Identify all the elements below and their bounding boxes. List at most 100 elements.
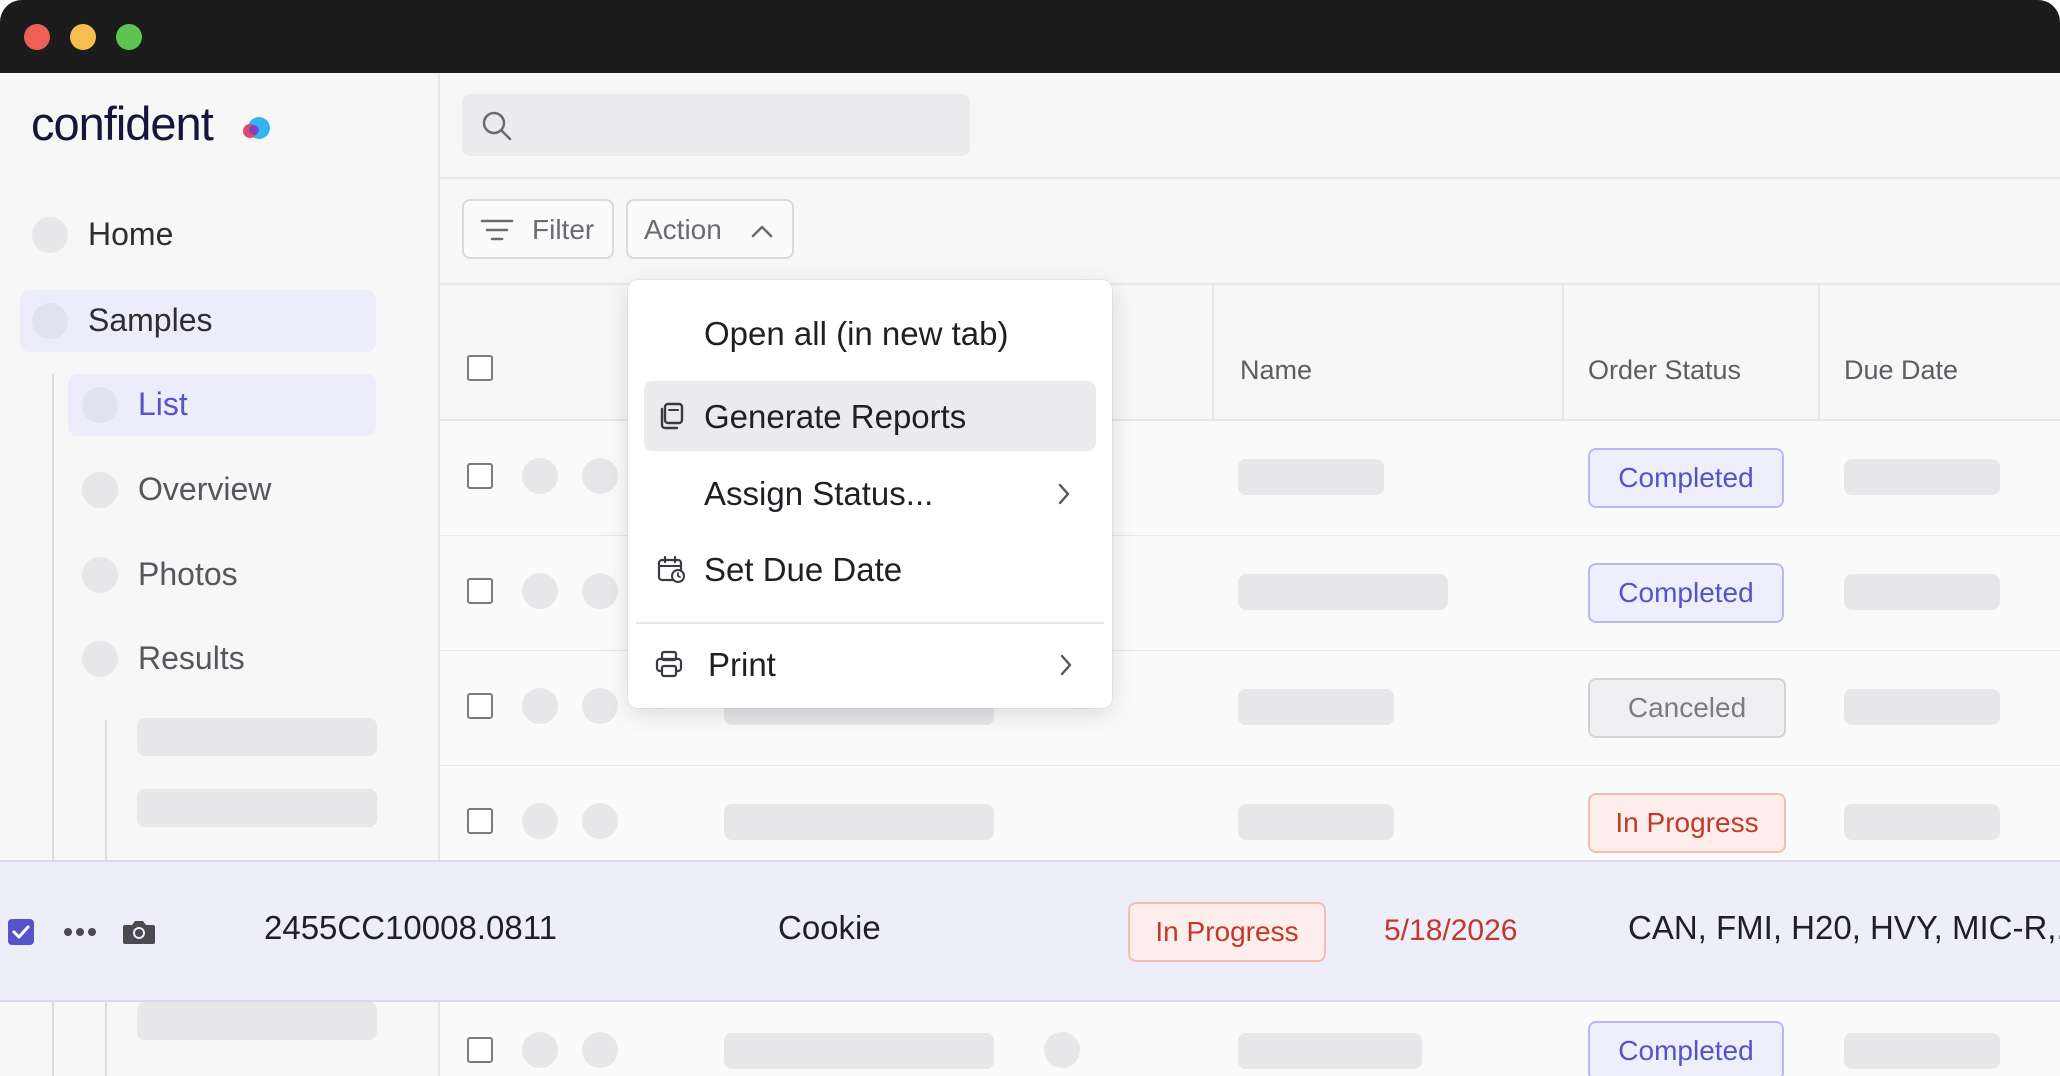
menu-divider bbox=[636, 622, 1104, 624]
due-date-cell: 5/18/2026 bbox=[1384, 914, 1518, 947]
row-menu-icon[interactable] bbox=[522, 688, 558, 724]
row-menu-icon[interactable] bbox=[522, 1032, 558, 1068]
search-icon bbox=[482, 111, 512, 141]
placeholder-cell bbox=[1844, 689, 2000, 725]
camera-icon[interactable] bbox=[582, 573, 618, 609]
placeholder-dot bbox=[1044, 1032, 1080, 1068]
sidebar-item-label: List bbox=[138, 386, 188, 422]
sidebar-item-label: Home bbox=[88, 216, 174, 252]
table-row[interactable]: In Progress bbox=[440, 766, 2060, 864]
sidebar-item-home[interactable]: Home bbox=[20, 204, 376, 266]
camera-icon[interactable] bbox=[582, 1032, 618, 1068]
tests-cell: CAN, FMI, H20, HVY, MIC-R,... bbox=[1628, 909, 2060, 946]
placeholder-cell bbox=[1238, 574, 1448, 610]
list-icon bbox=[82, 387, 118, 423]
camera-icon[interactable] bbox=[582, 803, 618, 839]
sidebar-item-samples[interactable]: Samples bbox=[20, 290, 376, 352]
menu-item-label: Print bbox=[708, 646, 776, 683]
row-checkbox[interactable] bbox=[467, 578, 493, 604]
placeholder-cell bbox=[1844, 459, 2000, 495]
close-window-button[interactable] bbox=[24, 24, 50, 50]
menu-item-label: Generate Reports bbox=[704, 398, 967, 435]
sidebar-item-label: Results bbox=[138, 640, 245, 676]
column-header-due-date[interactable]: Due Date bbox=[1844, 355, 1958, 386]
status-badge: In Progress bbox=[1128, 902, 1326, 962]
camera-icon[interactable] bbox=[582, 458, 618, 494]
app-window: confident Home Samples List Overview Pho… bbox=[0, 0, 2060, 1076]
menu-item-label: Set Due Date bbox=[704, 551, 903, 588]
placeholder-cell bbox=[724, 1033, 994, 1069]
action-label: Action bbox=[644, 214, 722, 245]
placeholder-cell bbox=[1238, 459, 1384, 495]
row-checkbox[interactable] bbox=[467, 463, 493, 489]
printer-icon bbox=[655, 650, 683, 678]
status-badge: Canceled bbox=[1588, 678, 1786, 738]
select-all-checkbox[interactable] bbox=[467, 355, 493, 381]
checkmark-icon bbox=[12, 925, 30, 939]
status-badge: Completed bbox=[1588, 448, 1784, 508]
filter-button[interactable]: Filter bbox=[462, 199, 614, 259]
sidebar-item-overview[interactable]: Overview bbox=[68, 459, 376, 521]
column-header-name[interactable]: Name bbox=[1240, 355, 1312, 386]
sidebar-item-label: Photos bbox=[138, 556, 238, 592]
column-header-order-status[interactable]: Order Status bbox=[1588, 355, 1741, 386]
action-dropdown-menu: Open all (in new tab) Generate Reports A… bbox=[628, 280, 1112, 708]
menu-item-label: Open all (in new tab) bbox=[704, 315, 1009, 352]
menu-item-generate-reports[interactable]: Generate Reports bbox=[644, 381, 1096, 451]
row-menu-icon[interactable] bbox=[522, 573, 558, 609]
placeholder-item bbox=[137, 1002, 377, 1040]
menu-item-set-due-date[interactable]: Set Due Date bbox=[644, 534, 1096, 604]
placeholder-cell bbox=[1238, 689, 1394, 725]
placeholder-item bbox=[137, 718, 377, 756]
action-button[interactable]: Action bbox=[626, 199, 794, 259]
overview-icon bbox=[82, 472, 118, 508]
photos-icon bbox=[82, 557, 118, 593]
chevron-right-icon bbox=[1060, 654, 1072, 676]
minimize-window-button[interactable] bbox=[70, 24, 96, 50]
more-options-icon[interactable] bbox=[63, 927, 97, 937]
column-divider bbox=[1818, 285, 1820, 419]
row-menu-icon[interactable] bbox=[522, 458, 558, 494]
home-icon bbox=[32, 217, 68, 253]
camera-icon[interactable] bbox=[122, 918, 156, 946]
menu-item-print[interactable]: Print bbox=[644, 629, 1096, 699]
search-input[interactable] bbox=[462, 94, 970, 156]
sidebar-item-list[interactable]: List bbox=[68, 374, 376, 436]
chevron-up-icon bbox=[751, 225, 773, 238]
placeholder-cell bbox=[1238, 804, 1394, 840]
placeholder-cell bbox=[724, 804, 994, 840]
row-checkbox[interactable] bbox=[467, 808, 493, 834]
row-checkbox-checked[interactable] bbox=[8, 919, 34, 945]
menu-item-label: Assign Status... bbox=[704, 475, 934, 512]
status-badge: In Progress bbox=[1588, 793, 1786, 853]
row-menu-icon[interactable] bbox=[522, 803, 558, 839]
column-divider bbox=[1212, 285, 1214, 419]
row-checkbox[interactable] bbox=[467, 693, 493, 719]
samples-icon bbox=[32, 303, 68, 339]
placeholder-cell bbox=[1844, 804, 2000, 840]
selected-table-row[interactable]: 2455CC10008.0811 Cookie In Progress 5/18… bbox=[0, 860, 2060, 1002]
sidebar-item-results[interactable]: Results bbox=[68, 628, 376, 690]
menu-item-assign-status[interactable]: Assign Status... bbox=[644, 458, 1096, 528]
table-row[interactable]: Completed bbox=[440, 1004, 2060, 1076]
maximize-window-button[interactable] bbox=[116, 24, 142, 50]
placeholder-cell bbox=[1844, 574, 2000, 610]
logo-mark-icon bbox=[243, 117, 270, 139]
chevron-right-icon bbox=[1058, 483, 1070, 505]
menu-item-open-all[interactable]: Open all (in new tab) bbox=[644, 298, 1096, 368]
top-bar bbox=[440, 73, 2060, 179]
copy-icon bbox=[660, 402, 684, 430]
column-divider bbox=[1562, 285, 1564, 419]
row-checkbox[interactable] bbox=[467, 1037, 493, 1063]
logo: confident bbox=[31, 97, 214, 150]
placeholder-cell bbox=[1844, 1033, 2000, 1069]
filter-icon bbox=[480, 219, 514, 241]
title-bar bbox=[0, 0, 2060, 73]
status-badge: Completed bbox=[1588, 563, 1784, 623]
sidebar-item-label: Samples bbox=[88, 302, 213, 338]
placeholder-item bbox=[137, 789, 377, 827]
sidebar-item-photos[interactable]: Photos bbox=[68, 544, 376, 606]
status-badge: Completed bbox=[1588, 1021, 1784, 1076]
camera-icon[interactable] bbox=[582, 688, 618, 724]
placeholder-cell bbox=[1238, 1033, 1422, 1069]
